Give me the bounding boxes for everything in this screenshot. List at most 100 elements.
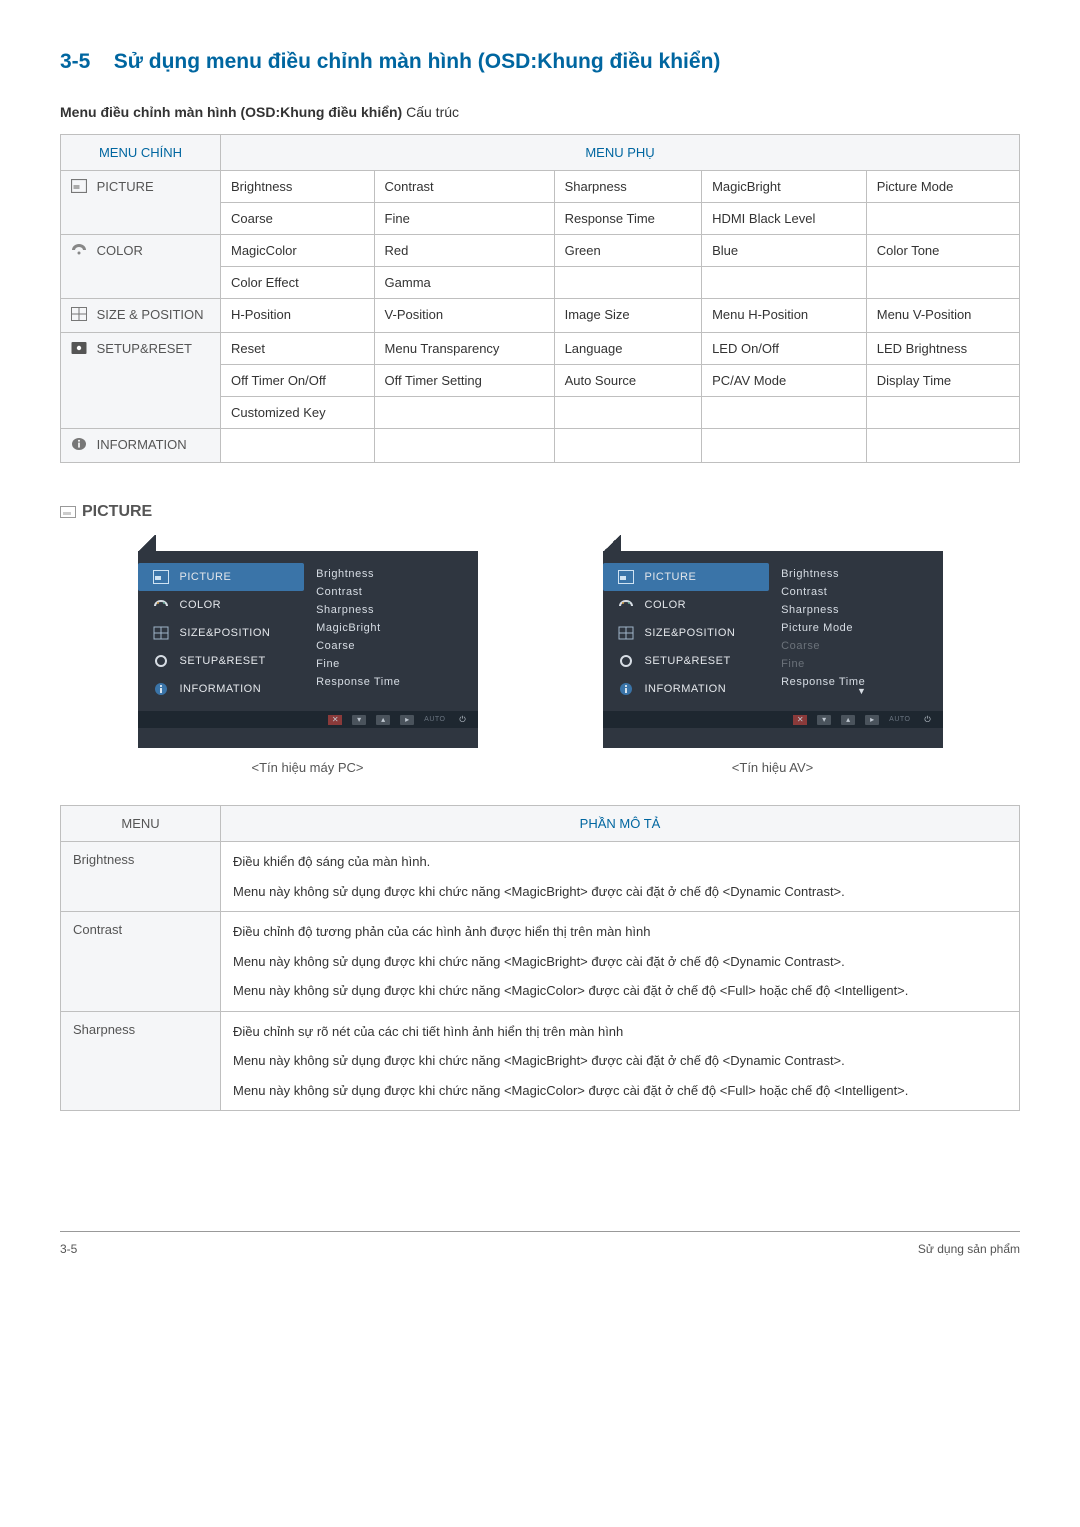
cell xyxy=(866,203,1019,235)
cell xyxy=(702,267,867,299)
cell: Off Timer On/Off xyxy=(221,365,375,397)
row-sharpness-name: Sharpness xyxy=(61,1011,221,1111)
close-icon[interactable]: ✕ xyxy=(793,715,807,725)
osd-menu-information[interactable]: INFORMATION xyxy=(138,675,305,703)
page-heading: 3-5 Sử dụng menu điều chỉnh màn hình (OS… xyxy=(60,50,1020,74)
osd-opt[interactable]: Response Time xyxy=(316,673,477,691)
cell: Customized Key xyxy=(221,397,375,429)
enter-icon[interactable]: ▸ xyxy=(865,715,879,725)
osd-option-list-pc: Brightness Contrast Sharpness MagicBrigh… xyxy=(304,551,477,711)
subheading-rest: Cấu trúc xyxy=(402,104,459,120)
osd-opt[interactable]: Picture Mode xyxy=(781,619,942,637)
picture-section-heading: PICTURE xyxy=(60,503,1020,521)
cell: HDMI Black Level xyxy=(702,203,867,235)
osd-opt[interactable]: Response Time ▼ xyxy=(781,673,942,699)
osd-menu-list: PICTURE COLOR SIZE&POSITION SETUP&RESET xyxy=(603,551,770,711)
osd-menu-list: PICTURE COLOR SIZE&POSITION SETUP&RESET xyxy=(138,551,305,711)
auto-label[interactable]: AUTO xyxy=(889,715,910,725)
up-icon[interactable]: ▴ xyxy=(376,715,390,725)
cell: Fine xyxy=(374,203,554,235)
main-color: COLOR xyxy=(61,235,221,299)
osd-menu-setup[interactable]: SETUP&RESET xyxy=(603,647,770,675)
information-icon xyxy=(152,680,170,698)
cell: Response Time xyxy=(554,203,701,235)
osd-opt[interactable]: Fine xyxy=(316,655,477,673)
cell: Picture Mode xyxy=(866,171,1019,203)
cell: MagicColor xyxy=(221,235,375,267)
setup-reset-icon xyxy=(71,341,87,358)
picture-icon xyxy=(617,568,635,586)
th-description: PHẦN MÔ TẢ xyxy=(221,806,1020,842)
osd-control-bar: ✕ ▾ ▴ ▸ AUTO ⏻ xyxy=(603,711,943,728)
caption-pc: <Tín hiệu máy PC> xyxy=(252,760,364,775)
cell xyxy=(866,429,1019,463)
power-icon[interactable]: ⏻ xyxy=(921,715,935,725)
cell xyxy=(866,267,1019,299)
cell: Gamma xyxy=(374,267,554,299)
page-footer: 3-5 Sử dụng sản phẩm xyxy=(60,1231,1020,1256)
osd-menu-picture[interactable]: PICTURE xyxy=(603,563,770,591)
osd-menu-size[interactable]: SIZE&POSITION xyxy=(603,619,770,647)
row-contrast-name: Contrast xyxy=(61,912,221,1012)
cell xyxy=(554,267,701,299)
osd-menu-picture[interactable]: PICTURE xyxy=(138,563,305,591)
down-icon[interactable]: ▾ xyxy=(817,715,831,725)
cell: Auto Source xyxy=(554,365,701,397)
osd-opt[interactable]: Coarse xyxy=(316,637,477,655)
osd-menu-setup[interactable]: SETUP&RESET xyxy=(138,647,305,675)
osd-menu-color[interactable]: COLOR xyxy=(603,591,770,619)
main-information: INFORMATION xyxy=(61,429,221,463)
osd-opt[interactable]: Brightness xyxy=(316,565,477,583)
osd-menu-size[interactable]: SIZE&POSITION xyxy=(138,619,305,647)
cell: Language xyxy=(554,333,701,365)
row-brightness-desc: Điều khiển độ sáng của màn hình. Menu nà… xyxy=(221,842,1020,912)
row-contrast-desc: Điều chỉnh độ tương phản của các hình ản… xyxy=(221,912,1020,1012)
picture-icon xyxy=(152,568,170,586)
color-icon xyxy=(617,596,635,614)
up-icon[interactable]: ▴ xyxy=(841,715,855,725)
footer-left: 3-5 xyxy=(60,1242,77,1256)
cell xyxy=(702,397,867,429)
cell xyxy=(554,397,701,429)
cell: Menu H-Position xyxy=(702,299,867,333)
cell: LED On/Off xyxy=(702,333,867,365)
auto-label[interactable]: AUTO xyxy=(424,715,445,725)
picture-icon xyxy=(71,179,87,196)
th-menu: MENU xyxy=(61,806,221,842)
cell: Menu Transparency xyxy=(374,333,554,365)
subheading: Menu điều chỉnh màn hình (OSD:Khung điều… xyxy=(60,104,1020,120)
footer-right: Sử dụng sản phẩm xyxy=(918,1242,1020,1256)
osd-menu-color[interactable]: COLOR xyxy=(138,591,305,619)
osd-opt[interactable]: MagicBright xyxy=(316,619,477,637)
cell: MagicBright xyxy=(702,171,867,203)
cell xyxy=(374,429,554,463)
heading-number: 3-5 xyxy=(60,50,90,73)
close-icon[interactable]: ✕ xyxy=(328,715,342,725)
cell xyxy=(702,429,867,463)
osd-opt[interactable]: Brightness xyxy=(781,565,942,583)
osd-opt[interactable]: Contrast xyxy=(316,583,477,601)
th-sub-menu: MENU PHỤ xyxy=(221,135,1020,171)
cell: Display Time xyxy=(866,365,1019,397)
row-sharpness-desc: Điều chỉnh sự rõ nét của các chi tiết hì… xyxy=(221,1011,1020,1111)
osd-opt[interactable]: Sharpness xyxy=(781,601,942,619)
cell: Color Tone xyxy=(866,235,1019,267)
cell: Menu V-Position xyxy=(866,299,1019,333)
osd-panel-pc: PICTURE COLOR SIZE&POSITION SETUP&RESET xyxy=(138,551,478,748)
cell: Green xyxy=(554,235,701,267)
down-icon[interactable]: ▾ xyxy=(352,715,366,725)
heading-text: Sử dụng menu điều chỉnh màn hình (OSD:Kh… xyxy=(114,50,721,73)
color-icon xyxy=(152,596,170,614)
osd-control-bar: ✕ ▾ ▴ ▸ AUTO ⏻ xyxy=(138,711,478,728)
osd-opt[interactable]: Sharpness xyxy=(316,601,477,619)
menu-structure-table: MENU CHÍNH MENU PHỤ PICTURE Brightness C… xyxy=(60,134,1020,463)
osd-menu-information[interactable]: INFORMATION xyxy=(603,675,770,703)
cell xyxy=(866,397,1019,429)
osd-opt[interactable]: Contrast xyxy=(781,583,942,601)
osd-panel-av: PICTURE COLOR SIZE&POSITION SETUP&RESET xyxy=(603,551,943,748)
cell: H-Position xyxy=(221,299,375,333)
enter-icon[interactable]: ▸ xyxy=(400,715,414,725)
main-setup: SETUP&RESET xyxy=(61,333,221,429)
cell: Sharpness xyxy=(554,171,701,203)
power-icon[interactable]: ⏻ xyxy=(456,715,470,725)
